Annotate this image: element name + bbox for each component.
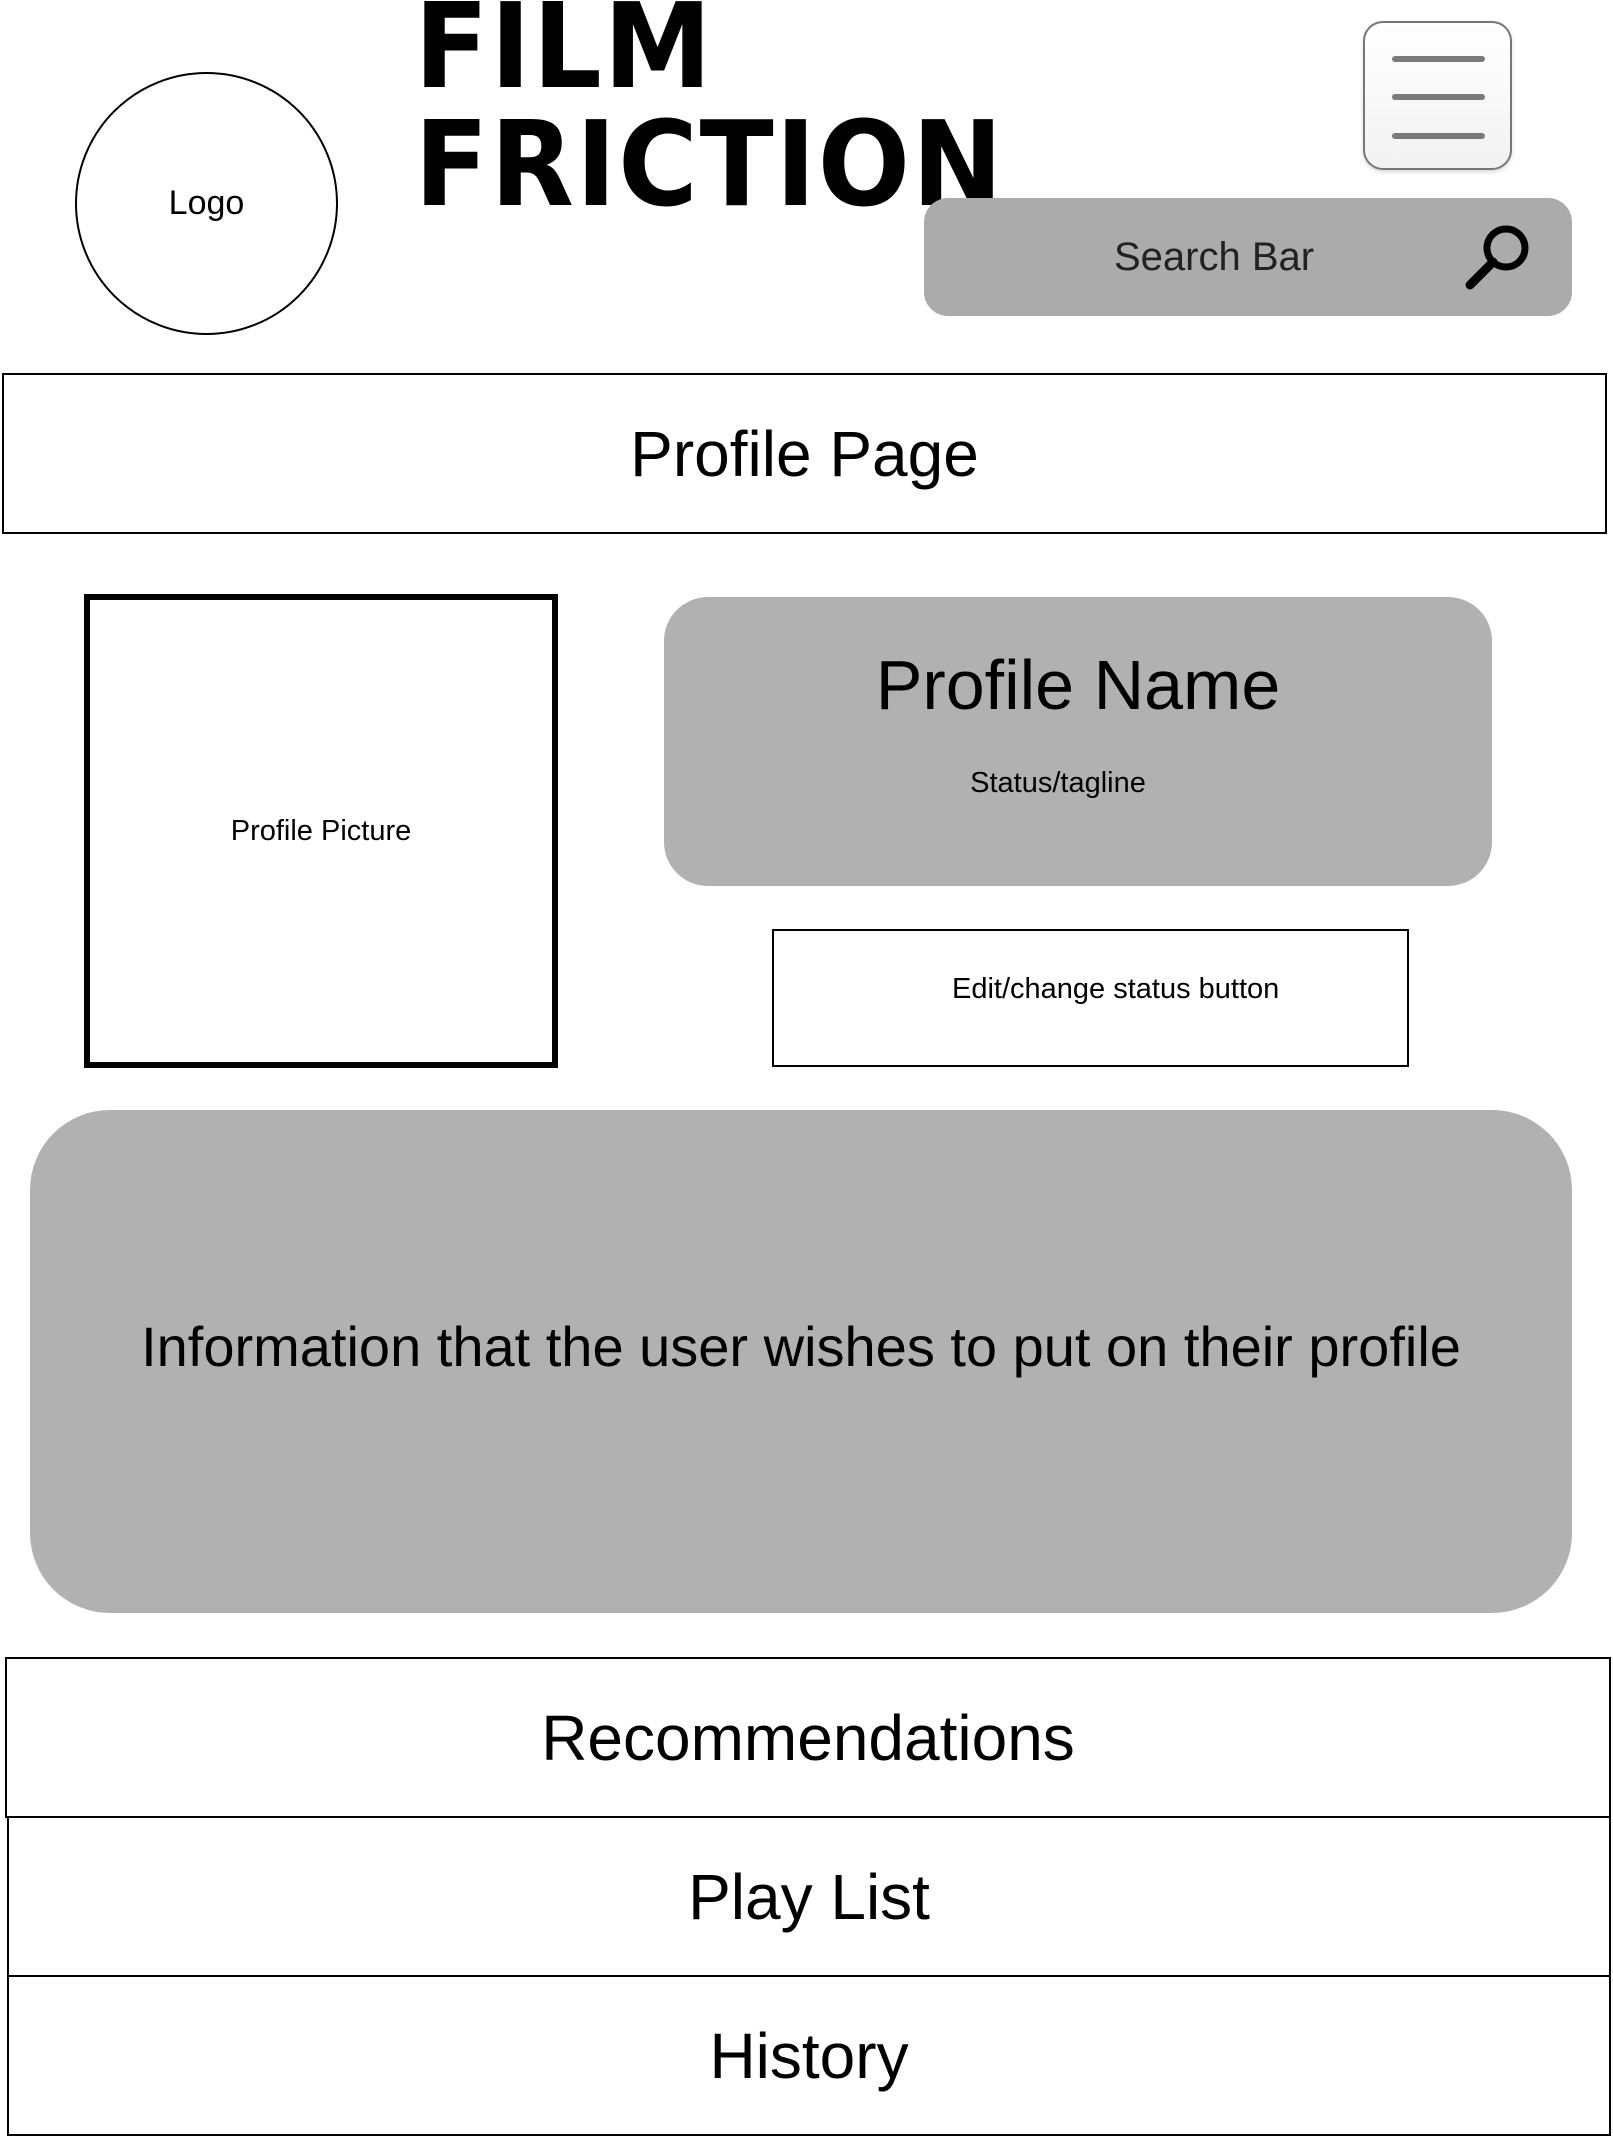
hamburger-menu-button[interactable] [1363,21,1512,170]
edit-status-button[interactable]: Edit/change status button [772,929,1409,1067]
menu-line [1392,56,1485,62]
logo[interactable]: Logo [75,72,338,335]
page-title-text: Profile Page [630,417,979,490]
page-title: Profile Page [2,373,1607,534]
profile-info-box: Information that the user wishes to put … [30,1110,1572,1613]
brand-title: FILM FRICTION [414,0,1005,233]
search-placeholder: Search Bar [1114,234,1315,279]
search-bar[interactable]: Search Bar [924,198,1572,316]
profile-name: Profile Name [875,646,1281,724]
history-tab[interactable]: History [7,1975,1611,2136]
logo-label: Logo [168,184,245,222]
playlist-label: Play List [688,1860,930,1933]
profile-info-text: Information that the user wishes to put … [141,1315,1461,1378]
history-label: History [709,2019,909,2092]
profile-name-card: Profile Name Status/tagline [664,597,1492,886]
playlist-tab[interactable]: Play List [7,1816,1611,1977]
edit-status-label: Edit/change status button [952,973,1280,1005]
search-icon[interactable] [1462,222,1534,294]
menu-line [1392,94,1485,100]
recommendations-label: Recommendations [541,1701,1075,1774]
recommendations-tab[interactable]: Recommendations [5,1657,1611,1818]
menu-line [1392,133,1485,139]
profile-picture-label: Profile Picture [230,814,412,847]
profile-picture[interactable]: Profile Picture [84,594,558,1068]
status-tagline: Status/tagline [970,767,1146,799]
